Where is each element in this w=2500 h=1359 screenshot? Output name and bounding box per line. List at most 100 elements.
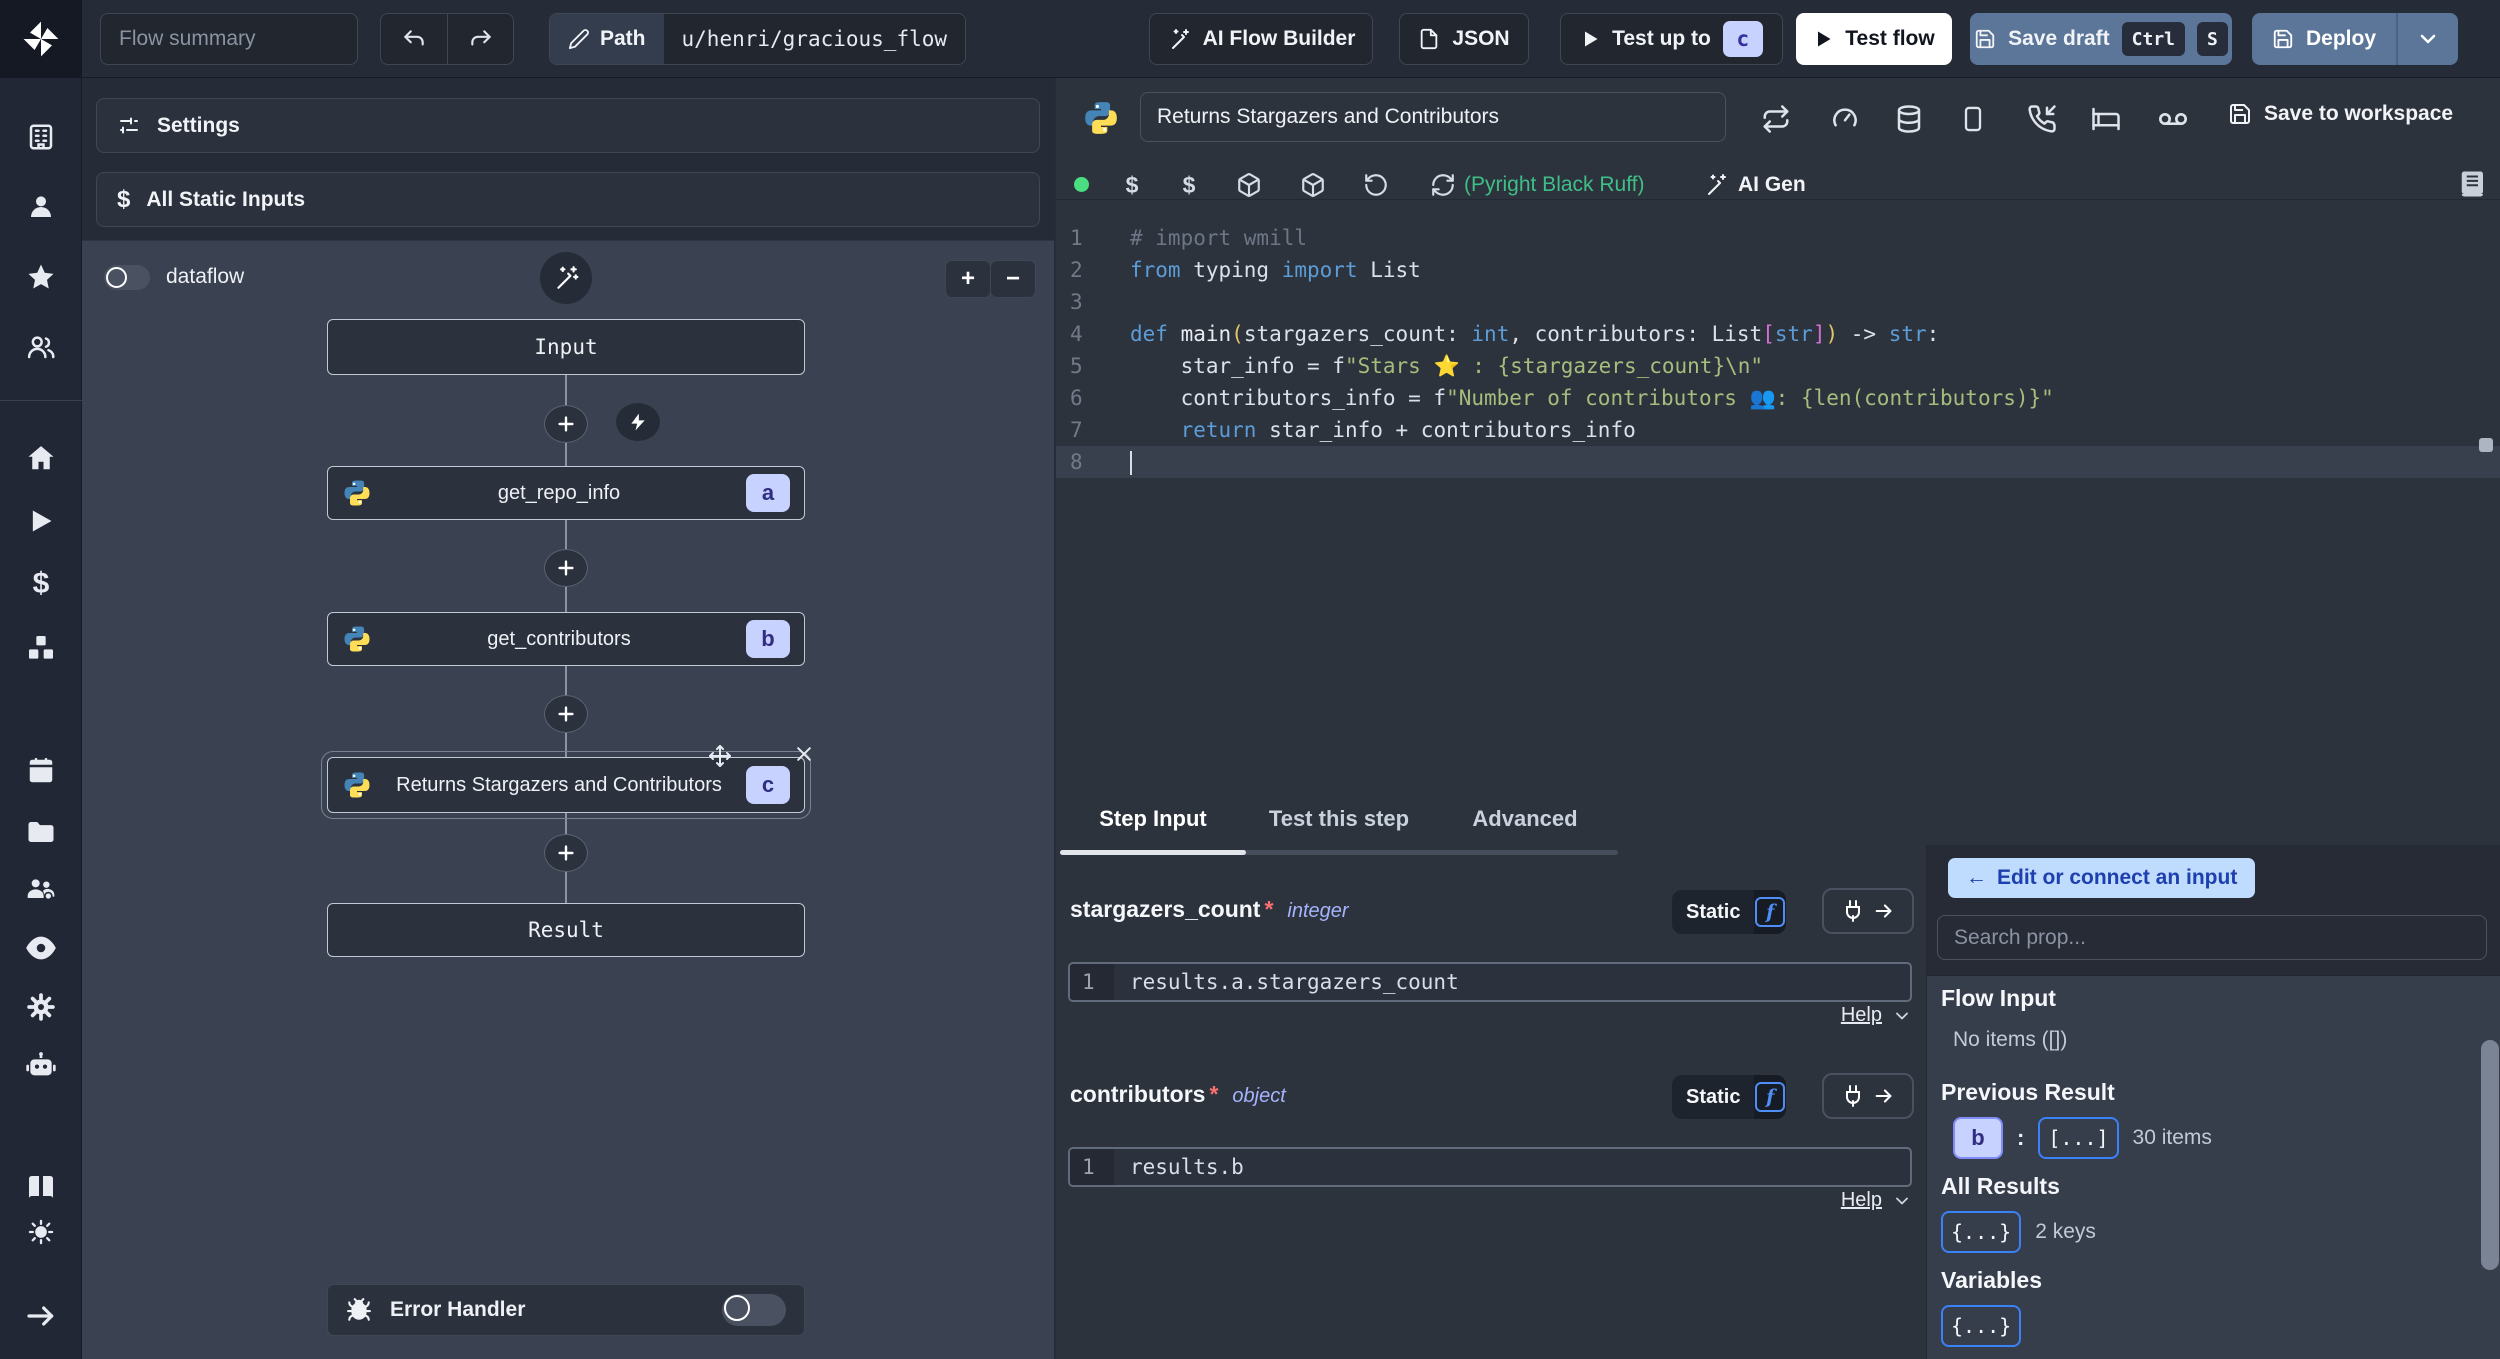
step-b-badge[interactable]: b [1953,1117,2003,1159]
sidebar-item-user[interactable] [0,185,82,229]
sidebar-item-theme[interactable] [0,1210,82,1254]
graph-node-get-repo-info[interactable]: get_repo_info a [327,466,805,520]
chevron-down-icon[interactable] [1892,1191,1912,1211]
graph-node-get-contributors[interactable]: get_contributors b [327,612,805,666]
expr-input-contributors[interactable]: 1 results.b [1068,1147,1912,1187]
delete-node-button[interactable] [794,744,814,768]
path-edit-button[interactable]: Path [550,14,664,64]
input-mode-toggle-contributors[interactable]: Static f [1672,1075,1786,1119]
flow-settings-label: Settings [157,113,240,137]
test-flow-button[interactable]: Test flow [1796,13,1952,65]
sidebar-item-workspace[interactable] [0,115,82,159]
graph-node-result[interactable]: Result [327,903,805,957]
tab-advanced[interactable]: Advanced [1432,788,1618,850]
lint-status[interactable]: (Pyright Black Ruff) [1464,173,1645,197]
input-mode-toggle-stargazers[interactable]: Static f [1672,890,1786,934]
reset-rotate-icon[interactable] [1362,171,1390,199]
add-step-button-3[interactable] [544,695,588,733]
step-title-input[interactable] [1140,92,1726,142]
retries-icon[interactable] [1759,102,1793,136]
flow-summary-input[interactable] [100,13,358,65]
sidebar-item-resources[interactable] [0,626,82,670]
variable-picker-icon[interactable]: $ [1118,171,1146,199]
help-link[interactable]: Help [1841,1004,1882,1027]
sidebar-item-workers[interactable] [0,868,82,912]
add-step-button-1[interactable] [544,405,588,443]
tab-test-this-step[interactable]: Test this step [1246,788,1432,850]
error-handler-toggle[interactable] [722,1294,786,1326]
collapsed-object-badge[interactable]: {...} [1941,1211,2022,1253]
suspend-phone-icon[interactable] [2025,102,2059,136]
sidebar-item-favorites[interactable] [0,255,82,299]
refresh-icon[interactable] [1429,171,1457,199]
sidebar-item-variables[interactable]: $ [0,562,82,606]
sidebar-item-docs[interactable] [0,1166,82,1210]
deploy-dropdown-button[interactable] [2396,13,2459,65]
graph-zoom-out-button[interactable]: − [990,260,1036,298]
expression-mode-segment[interactable]: f [1754,1075,1786,1119]
resource-picker-icon[interactable]: $ [1175,171,1203,199]
ai-graph-assistant-button[interactable] [540,252,592,304]
expr-input-stargazers[interactable]: 1 results.a.stargazers_count [1068,962,1912,1002]
tab-step-input[interactable]: Step Input [1060,788,1246,850]
add-step-button-4[interactable] [544,834,588,872]
edit-or-connect-button[interactable]: ← Edit or connect an input [1948,858,2256,898]
arrow-right-icon [1873,1085,1895,1107]
sleep-bed-icon[interactable] [2089,102,2123,136]
sidebar-item-settings[interactable] [0,985,82,1029]
graph-node-input[interactable]: Input [327,319,805,375]
add-step-button-2[interactable] [544,549,588,587]
help-link[interactable]: Help [1841,1189,1882,1212]
ai-gen-button[interactable]: AI Gen [1704,173,1806,197]
collapsed-array-badge[interactable]: [...] [2038,1117,2119,1159]
error-handler-node[interactable]: Error Handler [327,1284,805,1336]
help-row: Help [1068,1004,1912,1027]
all-static-inputs-button[interactable]: $ All Static Inputs [96,172,1040,227]
graph-zoom-in-button[interactable]: + [945,260,991,298]
sidebar-item-schedules[interactable] [0,749,82,793]
editor-scrollbar-thumb[interactable] [2479,438,2493,452]
package-icon[interactable] [1299,171,1327,199]
cache-database-icon[interactable] [1892,102,1926,136]
graph-node-returns-stargazers[interactable]: Returns Stargazers and Contributors c [321,745,811,819]
module-badge-b: b [746,620,790,658]
dataflow-toggle[interactable] [104,264,150,290]
save-to-workspace-button[interactable]: Save to workspace [2228,102,2453,126]
field-name: contributors [1070,1081,1206,1107]
collapsed-object-badge[interactable]: {...} [1941,1305,2022,1347]
chevron-down-icon[interactable] [1892,1006,1912,1026]
test-up-to-button[interactable]: Test up to c [1560,13,1783,65]
sidebar-item-ai-agents[interactable] [0,1044,82,1088]
flow-settings-button[interactable]: Settings [96,98,1040,153]
early-stop-gauge-icon[interactable] [1828,102,1862,136]
path-value[interactable]: u/henri/gracious_flow [663,14,966,64]
library-icon[interactable] [2458,169,2488,199]
expand-sidebar-button[interactable] [0,1294,82,1338]
prop-picker-scrollbar-thumb[interactable] [2481,1040,2499,1270]
save-draft-button[interactable]: Save draft Ctrl S [1970,13,2232,65]
voicemail-icon[interactable] [2156,102,2190,136]
deploy-button[interactable]: Deploy [2252,13,2397,65]
trigger-button[interactable] [616,403,660,441]
sidebar-item-groups[interactable] [0,325,82,369]
search-prop-input[interactable] [1937,915,2487,960]
connect-input-button-stargazers[interactable] [1822,888,1914,934]
cubes-icon [25,632,57,664]
ai-flow-builder-button[interactable]: AI Flow Builder [1149,13,1373,65]
package-icon[interactable] [1235,171,1263,199]
undo-button[interactable] [381,14,447,64]
mock-icon[interactable] [1956,102,1990,136]
expression-mode-segment[interactable]: f [1754,890,1786,934]
json-button[interactable]: JSON [1399,13,1529,65]
sidebar-item-runs[interactable] [0,499,82,543]
required-asterisk: * [1209,1081,1219,1107]
move-node-handle[interactable] [708,744,732,768]
connect-input-button-contributors[interactable] [1822,1073,1914,1119]
sidebar-item-home[interactable] [0,436,82,480]
sidebar-item-folders[interactable] [0,810,82,854]
windmill-logo[interactable] [0,0,82,78]
folder-icon [26,817,56,847]
redo-button[interactable] [447,14,513,64]
sidebar-item-audit-logs[interactable] [0,926,82,970]
code-editor[interactable]: 1 # import wmill 2 from typing import List 3… [1056,200,2500,788]
